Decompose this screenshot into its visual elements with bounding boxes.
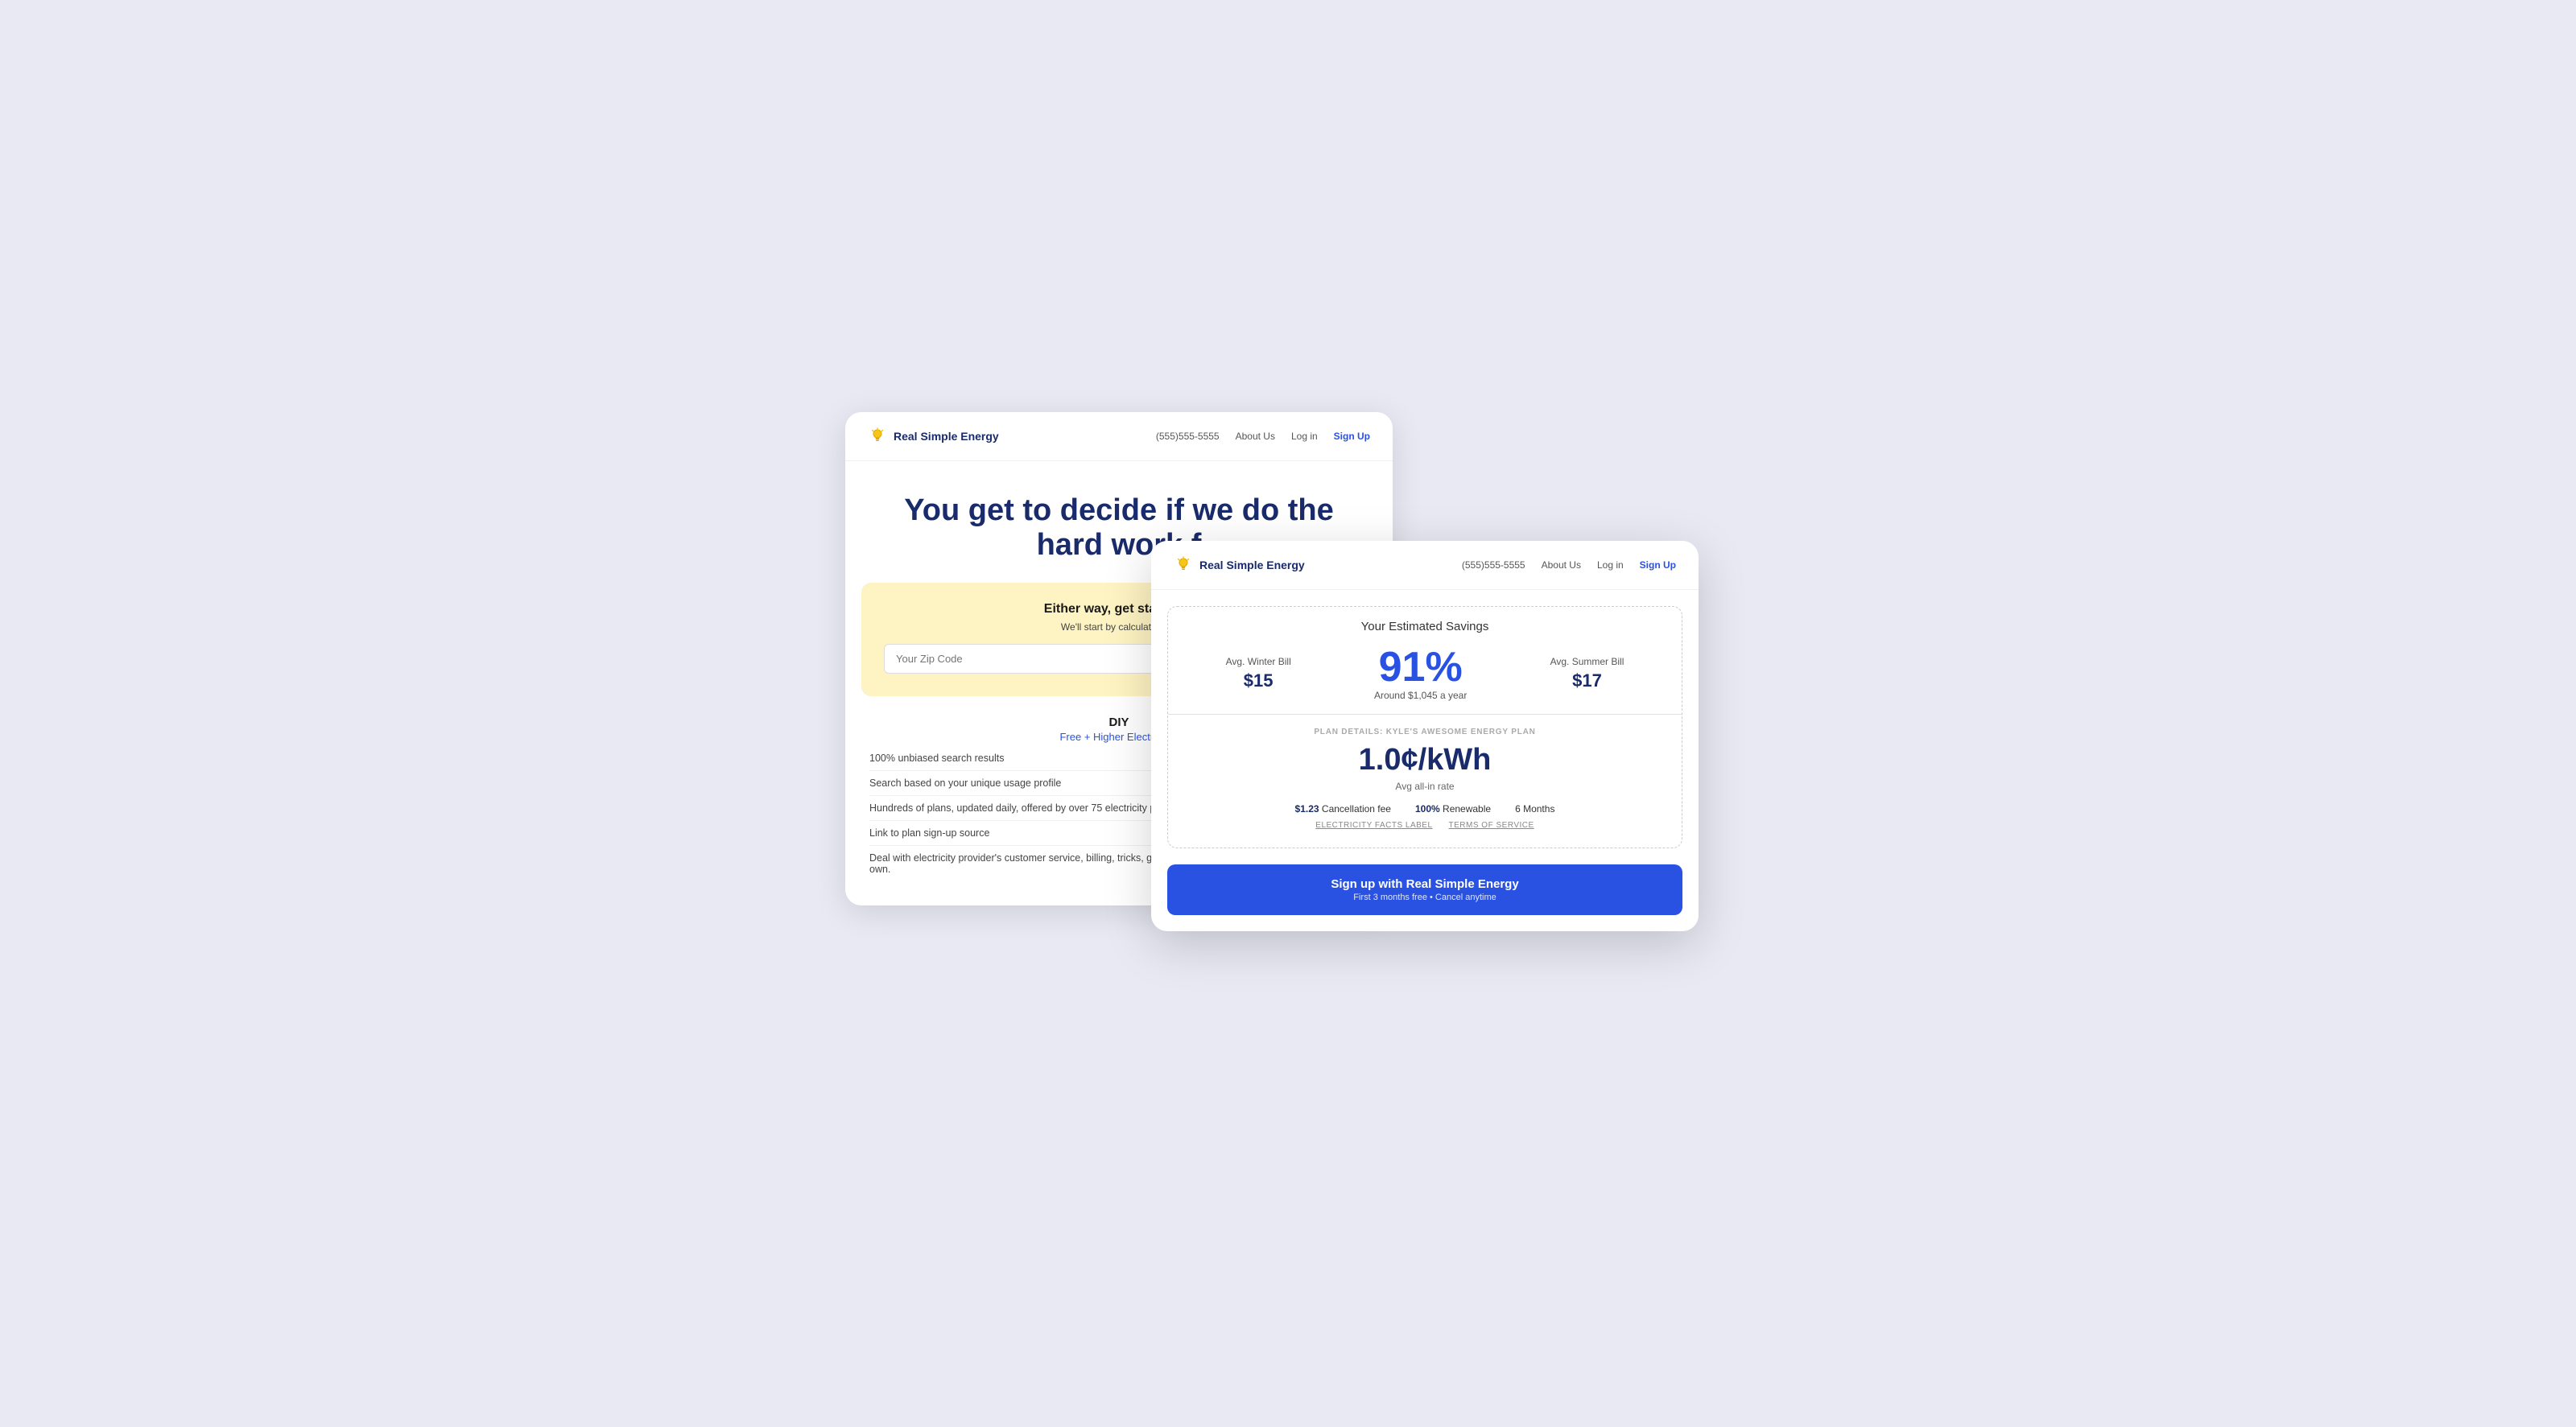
savings-header: Your Estimated Savings: [1168, 607, 1682, 633]
winter-label: Avg. Winter Bill: [1226, 656, 1291, 667]
back-logo-text: Real Simple Energy: [894, 430, 999, 443]
savings-percent-num: 91%: [1374, 646, 1467, 688]
plan-links: ELECTRICITY FACTS LABEL TERMS OF SERVICE: [1184, 821, 1666, 830]
tos-link[interactable]: TERMS OF SERVICE: [1449, 821, 1534, 830]
back-phone: (555)555-5555: [1156, 431, 1220, 442]
front-logo-text: Real Simple Energy: [1199, 559, 1305, 571]
front-nav-links: (555)555-5555 About Us Log in Sign Up: [1462, 559, 1676, 571]
renewable-info: 100% Renewable: [1415, 803, 1491, 815]
plan-rate: 1.0¢/kWh: [1184, 743, 1666, 777]
cta-title: Sign up with Real Simple Energy: [1183, 877, 1666, 891]
back-nav: Real Simple Energy (555)555-5555 About U…: [845, 412, 1393, 461]
front-signup-link[interactable]: Sign Up: [1640, 559, 1676, 571]
cta-section: Sign up with Real Simple Energy First 3 …: [1151, 864, 1699, 931]
front-logo: Real Simple Energy: [1174, 555, 1462, 575]
back-logo: Real Simple Energy: [868, 427, 1156, 446]
plan-section: PLAN DETAILS: KYLE'S AWESOME ENERGY PLAN…: [1168, 715, 1682, 848]
front-nav: Real Simple Energy (555)555-5555 About U…: [1151, 541, 1699, 590]
cta-subtitle: First 3 months free • Cancel anytime: [1183, 893, 1666, 902]
savings-percent: 91% Around $1,045 a year: [1374, 646, 1467, 701]
front-login-link[interactable]: Log in: [1597, 559, 1624, 571]
summer-value: $17: [1550, 670, 1624, 691]
cta-button[interactable]: Sign up with Real Simple Energy First 3 …: [1167, 864, 1682, 915]
front-phone: (555)555-5555: [1462, 559, 1525, 571]
efl-link[interactable]: ELECTRICITY FACTS LABEL: [1315, 821, 1432, 830]
savings-percent-sub: Around $1,045 a year: [1374, 690, 1467, 701]
back-nav-links: (555)555-5555 About Us Log in Sign Up: [1156, 431, 1370, 442]
plan-rate-num: 1.0¢/kWh: [1359, 743, 1492, 777]
plan-label: PLAN DETAILS: KYLE'S AWESOME ENERGY PLAN: [1184, 728, 1666, 736]
summer-label: Avg. Summer Bill: [1550, 656, 1624, 667]
lightbulb-icon: [868, 427, 887, 446]
winter-stat: Avg. Winter Bill $15: [1226, 656, 1291, 691]
front-lightbulb-icon: [1174, 555, 1193, 575]
summer-stat: Avg. Summer Bill $17: [1550, 656, 1624, 691]
cancellation-fee: $1.23 Cancellation fee: [1295, 803, 1391, 815]
plan-rate-sub: Avg all-in rate: [1184, 781, 1666, 792]
savings-title: Your Estimated Savings: [1184, 620, 1666, 633]
front-about-link[interactable]: About Us: [1542, 559, 1581, 571]
scene: Real Simple Energy (555)555-5555 About U…: [845, 412, 1731, 1016]
back-login-link[interactable]: Log in: [1291, 431, 1318, 442]
savings-card: Your Estimated Savings Avg. Winter Bill …: [1167, 606, 1682, 848]
savings-row: Avg. Winter Bill $15 91% Around $1,045 a…: [1168, 646, 1682, 714]
back-signup-link[interactable]: Sign Up: [1334, 431, 1370, 442]
front-card: Real Simple Energy (555)555-5555 About U…: [1151, 541, 1699, 931]
back-about-link[interactable]: About Us: [1236, 431, 1275, 442]
plan-meta: $1.23 Cancellation fee 100% Renewable 6 …: [1184, 803, 1666, 815]
months-info: 6 Months: [1515, 803, 1554, 815]
winter-value: $15: [1226, 670, 1291, 691]
